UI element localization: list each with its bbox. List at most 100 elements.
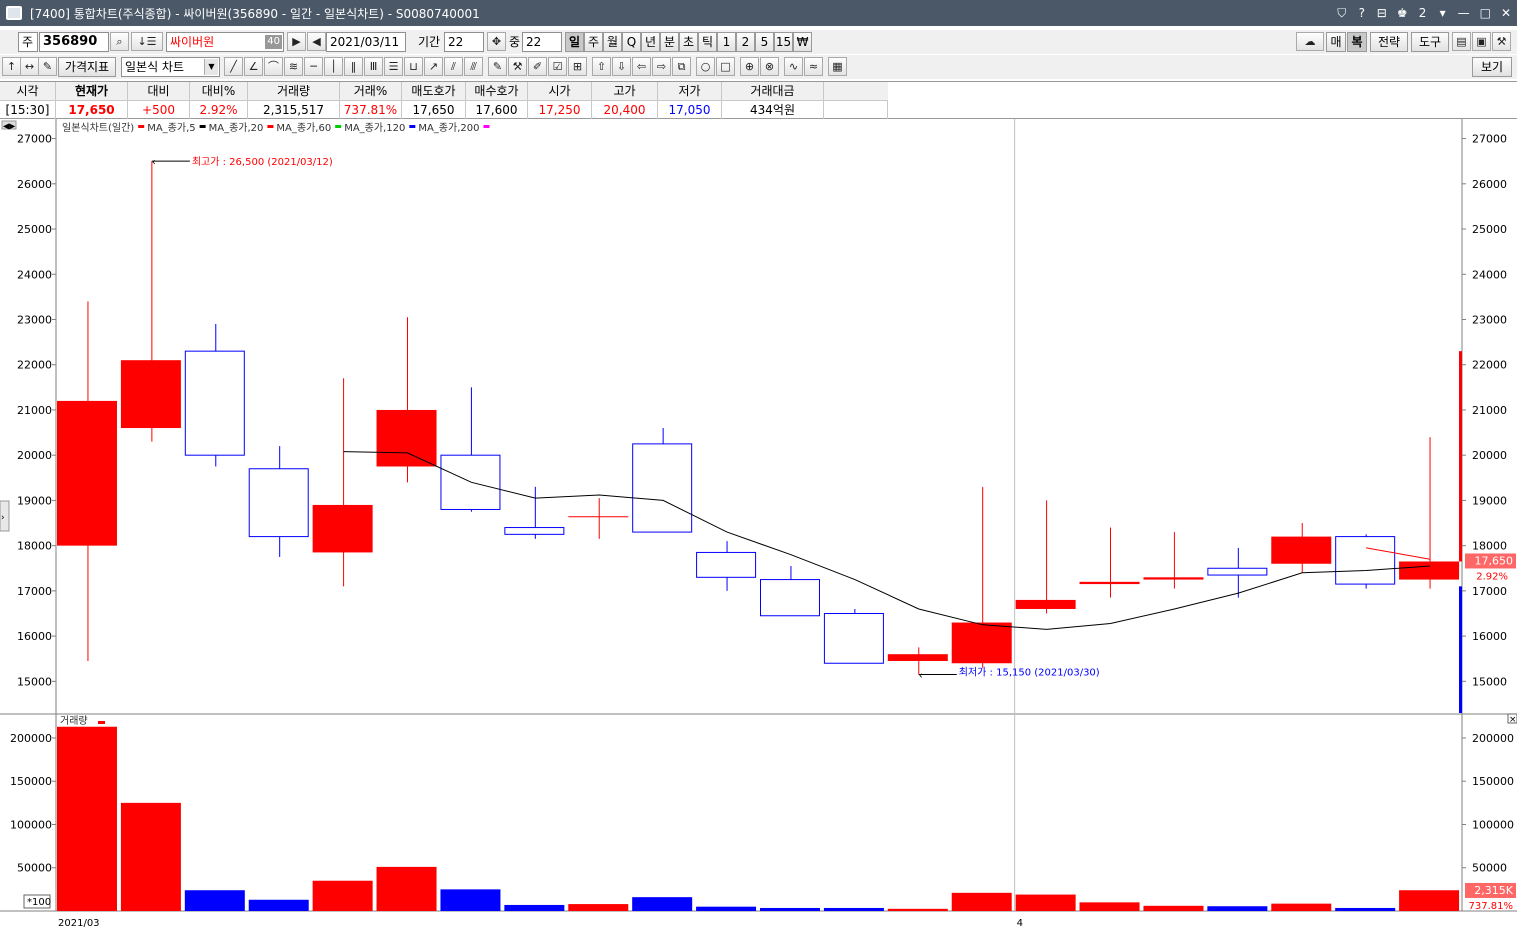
close-button[interactable]: ✕ (1501, 6, 1511, 20)
ma-legend-label: MA_종가,200 (418, 122, 479, 134)
parallel-icon[interactable]: ⫽ (444, 57, 463, 76)
channel-icon[interactable]: ‖ (344, 57, 363, 76)
volume-tick-label-left: 150000 (10, 775, 52, 788)
stock-name-field[interactable]: 싸이버원 40 (166, 32, 284, 52)
volume-bar (1015, 894, 1076, 911)
grid-icon[interactable]: Ⅲ (364, 57, 383, 76)
maximize-button[interactable]: □ (1480, 6, 1491, 20)
pen-icon[interactable]: ✎ (488, 57, 507, 76)
cloud-icon[interactable]: ☁ (1296, 32, 1324, 51)
box-icon[interactable]: ⊞ (568, 57, 587, 76)
save-icon[interactable]: ▣ (1472, 32, 1491, 51)
stock-code-input[interactable]: 356890 (39, 32, 109, 52)
interval-button[interactable]: 년 (641, 32, 660, 52)
interval-button[interactable]: 월 (603, 32, 622, 52)
candle-body (887, 654, 948, 661)
prev-icon[interactable]: ◀ (307, 32, 326, 51)
angle-icon[interactable]: ∠ (244, 57, 263, 76)
interval-button[interactable]: 틱 (698, 32, 717, 52)
arc-icon[interactable]: ⌒ (264, 57, 283, 76)
volume-tick-label-right: 50000 (1472, 862, 1507, 875)
right-arrow-icon[interactable]: ⇨ (652, 57, 671, 76)
down-arrow-icon[interactable]: ⇩ (612, 57, 631, 76)
price-tick-label-right: 26000 (1472, 178, 1507, 191)
zoom-in-icon[interactable]: ⊕ (740, 57, 759, 76)
play-icon[interactable]: ▶ (287, 32, 306, 51)
minimize-button[interactable]: — (1458, 6, 1470, 20)
left-arrow-icon[interactable]: ⇦ (632, 57, 651, 76)
volume-bar (696, 906, 757, 911)
date-input[interactable]: 2021/03/11 (326, 32, 406, 52)
square-icon[interactable]: □ (716, 57, 735, 76)
quote-header-9: 고가 (592, 82, 658, 101)
interval-button[interactable]: 주 (584, 32, 603, 52)
line-icon[interactable]: ╱ (224, 57, 243, 76)
price-tick-label-left: 24000 (17, 268, 52, 281)
chart-area[interactable]: ◀▶ › 15000 15000 16000 16000 17000 17000 18000 18… (0, 119, 1517, 931)
edit-icon[interactable]: ✎ (38, 57, 57, 76)
multi-line-icon[interactable]: ⫻ (464, 57, 483, 76)
view-button[interactable]: 보기 (1472, 57, 1512, 77)
price-tick-label-right: 22000 (1472, 359, 1507, 372)
indicator-button[interactable]: 가격지표 (58, 57, 116, 77)
dropdown-icon[interactable]: ▾ (1438, 6, 1448, 20)
candle-body (632, 443, 693, 533)
wrench-icon[interactable]: ⚒ (1492, 32, 1511, 51)
chart-type-select[interactable]: 일본식 차트 ▼ (121, 57, 220, 77)
price-tick-label-left: 23000 (17, 313, 52, 326)
move-icon[interactable]: ✥ (487, 32, 506, 51)
wave-icon[interactable]: ∿ (784, 57, 803, 76)
fan-icon[interactable]: ≋ (284, 57, 303, 76)
tools-button[interactable]: 도구 (1411, 32, 1449, 52)
scroll-arrows-glyph: ◀▶ (3, 122, 16, 131)
price-tick-label-right: 17000 (1472, 585, 1507, 598)
interval-button[interactable]: 1 (717, 32, 736, 52)
ma-legend-swatch (199, 125, 206, 128)
check-icon[interactable]: ☑ (548, 57, 567, 76)
copy-button[interactable]: 복 (1347, 32, 1367, 52)
pin-icon[interactable]: ⛉ (1337, 6, 1347, 21)
noise-icon[interactable]: ≈ (804, 57, 823, 76)
eraser-icon[interactable]: ⚒ (508, 57, 527, 76)
folder-icon[interactable]: ▤ (1452, 32, 1471, 51)
x-axis-label: 2021/03 (58, 918, 100, 929)
interval-button[interactable]: 5 (755, 32, 774, 52)
strategy-button[interactable]: 전략 (1370, 32, 1408, 52)
layout-icon[interactable]: ⊟ (1377, 6, 1387, 20)
sort-icon[interactable]: ↓☰ (131, 32, 163, 51)
arrow-horizontal-icon[interactable]: ↔ (20, 57, 39, 76)
help-icon[interactable]: ? (1357, 6, 1367, 20)
table-icon[interactable]: ▦ (828, 57, 847, 76)
interval-button[interactable]: 초 (679, 32, 698, 52)
candle-body (823, 612, 884, 664)
trend-icon[interactable]: ↗ (424, 57, 443, 76)
market-select[interactable]: 주 (18, 32, 38, 52)
candle-body (1143, 577, 1204, 580)
period-input[interactable]: 22 (444, 32, 484, 52)
overlap-input[interactable]: 22 (522, 32, 562, 52)
quote-header-row: 시각 현재가 대비 대비% 거래량 거래% 매도호가 매수호가 시가 고가 저가 거래대금 (0, 82, 888, 101)
link-group-number[interactable]: 2 (1418, 6, 1428, 20)
marker-icon[interactable]: ✐ (528, 57, 547, 76)
up-arrow-icon[interactable]: ⇧ (592, 57, 611, 76)
copy-icon[interactable]: ⧉ (672, 57, 691, 76)
interval-button[interactable]: Q (622, 32, 641, 52)
chart-canvas[interactable]: ◀▶ › 15000 15000 16000 16000 17000 17000 18000 18… (0, 119, 1517, 931)
volume-legend-swatch (98, 721, 105, 724)
search-icon[interactable]: ⌕ (110, 32, 129, 51)
fibo-icon[interactable]: ☰ (384, 57, 403, 76)
interval-button[interactable]: 15 (774, 32, 793, 52)
sell-button[interactable]: 매 (1326, 32, 1346, 52)
cycle-icon[interactable]: ⊔ (404, 57, 423, 76)
volume-tick-label-right: 150000 (1472, 775, 1514, 788)
zoom-out-icon[interactable]: ⊗ (760, 57, 779, 76)
arrow-up-icon[interactable]: ↑ (2, 57, 21, 76)
circle-icon[interactable]: ○ (696, 57, 715, 76)
link-icon[interactable]: ♚ (1397, 6, 1408, 20)
interval-button[interactable]: 2 (736, 32, 755, 52)
interval-button[interactable]: ₩ (793, 32, 812, 52)
vline-icon[interactable]: │ (324, 57, 343, 76)
interval-button[interactable]: 분 (660, 32, 679, 52)
interval-button[interactable]: 일 (565, 32, 584, 52)
hline-icon[interactable]: ─ (304, 57, 323, 76)
